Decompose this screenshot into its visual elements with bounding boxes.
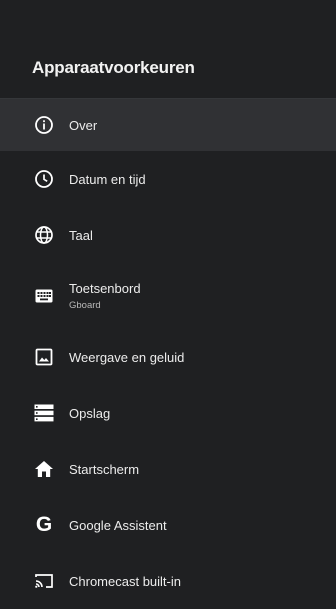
menu-item-label: Google Assistent [69,517,167,533]
settings-menu: Over Datum en tijd Taal Toetsenbord Gboa… [0,99,336,609]
header: Apparaatvoorkeuren [0,0,336,98]
google-g-icon: G [35,513,53,536]
globe-icon [33,224,55,246]
menu-item-weergave-en-geluid[interactable]: Weergave en geluid [0,329,336,385]
menu-item-label: Toetsenbord [69,281,141,296]
menu-item-chromecast-built-in[interactable]: Chromecast built-in [0,553,336,609]
info-icon [33,114,55,136]
menu-item-over[interactable]: Over [0,99,336,151]
menu-item-label: Over [69,117,98,133]
menu-item-taal[interactable]: Taal [0,207,336,263]
picture-icon [33,346,55,368]
menu-item-label: Weergave en geluid [69,349,185,365]
menu-item-opslag[interactable]: Opslag [0,385,336,441]
menu-item-label: Opslag [69,405,111,421]
storage-icon [33,402,55,424]
menu-item-google-assistent[interactable]: G Google Assistent [0,497,336,553]
menu-item-label: Datum en tijd [69,171,146,187]
menu-item-label: Startscherm [69,461,140,477]
cast-icon [33,570,55,592]
keyboard-icon [33,285,55,307]
menu-item-sublabel: Gboard [69,300,101,311]
home-icon [33,458,55,480]
menu-item-label: Chromecast built-in [69,573,181,589]
page-title: Apparaatvoorkeuren [32,58,195,77]
menu-item-startscherm[interactable]: Startscherm [0,441,336,497]
menu-item-toetsenbord[interactable]: Toetsenbord Gboard [0,263,336,329]
menu-item-datum-en-tijd[interactable]: Datum en tijd [0,151,336,207]
clock-icon [33,168,55,190]
menu-item-label: Taal [69,227,93,243]
